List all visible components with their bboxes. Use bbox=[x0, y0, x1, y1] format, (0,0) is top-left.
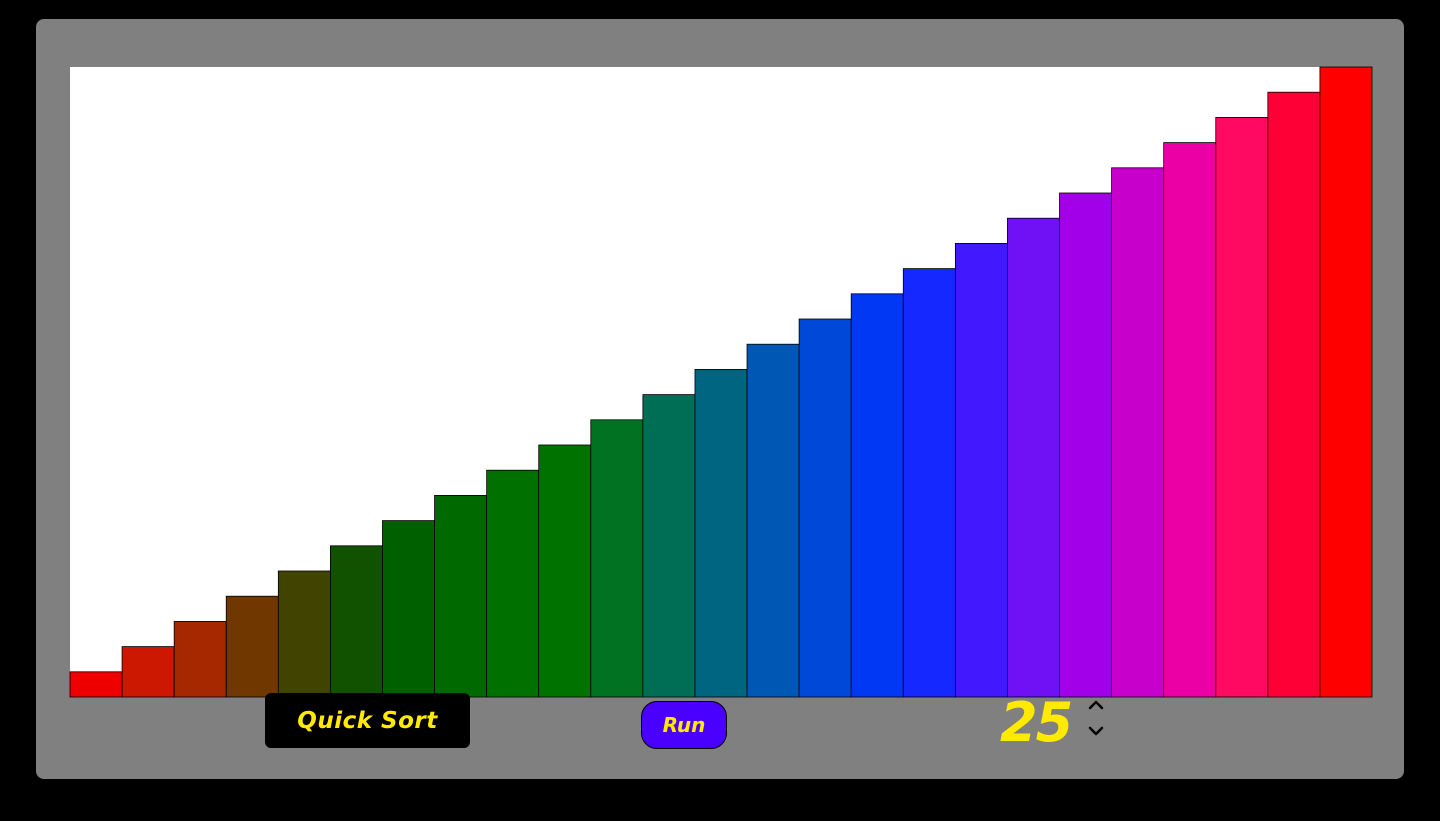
bar-11 bbox=[590, 419, 644, 698]
bar-24 bbox=[1267, 91, 1321, 698]
bar-21 bbox=[1111, 167, 1165, 698]
bar-14 bbox=[746, 343, 800, 698]
bar-18 bbox=[954, 242, 1008, 698]
bar-6 bbox=[329, 545, 383, 698]
bar-16 bbox=[850, 293, 904, 698]
bar-4 bbox=[225, 595, 279, 698]
algorithm-select-label: Quick Sort bbox=[297, 707, 438, 734]
bar-20 bbox=[1059, 192, 1113, 698]
run-button-label: Run bbox=[662, 713, 706, 737]
chevron-down-icon[interactable] bbox=[1086, 722, 1106, 740]
bar-chart-svg bbox=[69, 66, 1373, 698]
stepper-arrows bbox=[1086, 696, 1106, 744]
bar-23 bbox=[1215, 117, 1269, 698]
bar-12 bbox=[642, 394, 696, 698]
bar-25 bbox=[1319, 66, 1373, 698]
bar-count-stepper[interactable]: 25 bbox=[1000, 692, 1110, 754]
app-frame bbox=[36, 19, 1404, 779]
bar-19 bbox=[1007, 217, 1060, 698]
bar-count-value: 25 bbox=[1000, 691, 1073, 754]
bar-3 bbox=[173, 621, 227, 698]
bar-10 bbox=[538, 444, 592, 698]
bar-17 bbox=[902, 268, 956, 698]
bar-5 bbox=[277, 570, 331, 698]
bar-9 bbox=[486, 469, 540, 698]
algorithm-select[interactable]: Quick Sort bbox=[265, 693, 470, 748]
bar-8 bbox=[434, 494, 488, 698]
run-button[interactable]: Run bbox=[641, 701, 727, 749]
bar-13 bbox=[694, 368, 748, 698]
bar-1 bbox=[69, 671, 123, 698]
bar-7 bbox=[382, 520, 435, 698]
bar-22 bbox=[1163, 142, 1217, 698]
bar-chart-canvas bbox=[69, 66, 1373, 698]
bar-2 bbox=[121, 646, 175, 698]
bar-15 bbox=[798, 318, 852, 698]
chevron-up-icon[interactable] bbox=[1086, 696, 1106, 714]
